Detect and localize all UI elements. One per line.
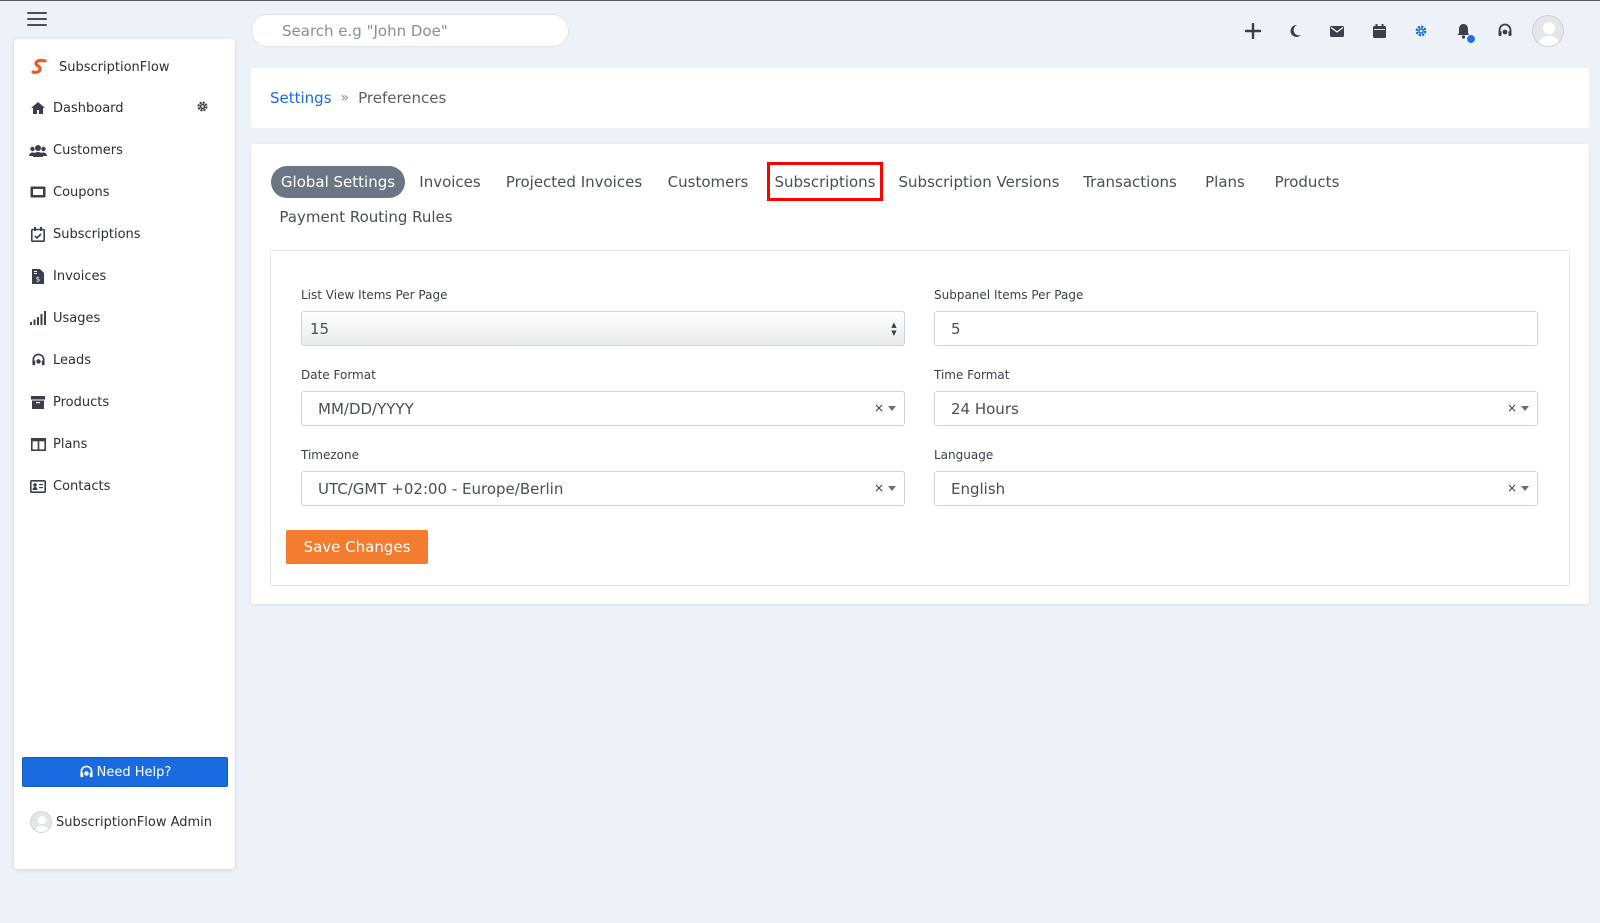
chevron-down-icon[interactable] bbox=[888, 406, 896, 411]
plus-icon[interactable] bbox=[1232, 13, 1274, 49]
users-icon bbox=[29, 142, 47, 158]
tab-subscription-versions[interactable]: Subscription Versions bbox=[899, 166, 1060, 198]
avatar bbox=[30, 811, 52, 833]
admin-user[interactable]: SubscriptionFlow Admin bbox=[30, 811, 212, 833]
breadcrumb-separator: » bbox=[340, 90, 350, 106]
list-view-items-select[interactable]: 15 ▲ ▼ bbox=[301, 311, 905, 346]
search-input[interactable] bbox=[251, 14, 569, 47]
sidebar-item-label: Dashboard bbox=[53, 100, 124, 116]
subscriptionflow-logo-icon bbox=[31, 58, 47, 75]
calendar-check-icon bbox=[29, 226, 47, 242]
sidebar-item-usages[interactable]: Usages bbox=[14, 297, 235, 339]
admin-user-name: SubscriptionFlow Admin bbox=[56, 814, 213, 830]
timezone-select[interactable]: UTC/GMT +02:00 - Europe/Berlin × bbox=[301, 471, 905, 506]
headset-icon bbox=[29, 352, 47, 368]
list-view-items-label: List View Items Per Page bbox=[301, 288, 448, 302]
spinner-arrows-icon: ▲ ▼ bbox=[891, 321, 897, 337]
gear-icon[interactable] bbox=[1400, 13, 1442, 49]
tab-customers[interactable]: Customers bbox=[668, 166, 749, 198]
list-view-items-value: 15 bbox=[310, 319, 330, 338]
language-label: Language bbox=[934, 448, 994, 462]
sidebar-item-label: Usages bbox=[53, 310, 101, 326]
tab-global-settings[interactable]: Global Settings bbox=[271, 166, 405, 198]
clear-icon[interactable]: × bbox=[874, 401, 884, 415]
need-help-button[interactable]: Need Help? bbox=[22, 757, 228, 787]
breadcrumb-current: Preferences bbox=[358, 89, 447, 107]
sidebar-item-label: Products bbox=[53, 394, 110, 410]
sidebar-item-coupons[interactable]: Coupons bbox=[14, 171, 235, 213]
sidebar-item-label: Subscriptions bbox=[53, 226, 141, 242]
timezone-value: UTC/GMT +02:00 - Europe/Berlin bbox=[318, 479, 564, 498]
language-select[interactable]: English × bbox=[934, 471, 1538, 506]
subpanel-items-value: 5 bbox=[951, 319, 961, 338]
tab-invoices[interactable]: Invoices bbox=[419, 166, 480, 198]
signal-bars-icon bbox=[29, 310, 47, 326]
time-format-label: Time Format bbox=[934, 368, 1010, 382]
tab-transactions[interactable]: Transactions bbox=[1083, 166, 1177, 198]
chevron-down-icon[interactable] bbox=[888, 486, 896, 491]
archive-icon bbox=[29, 394, 47, 410]
sidebar-item-plans[interactable]: Plans bbox=[14, 423, 235, 465]
tab-projected-invoices[interactable]: Projected Invoices bbox=[506, 166, 642, 198]
date-format-select[interactable]: MM/DD/YYYY × bbox=[301, 391, 905, 426]
breadcrumb-settings-link[interactable]: Settings bbox=[270, 89, 332, 107]
columns-icon bbox=[29, 436, 47, 452]
sidebar-item-leads[interactable]: Leads bbox=[14, 339, 235, 381]
user-avatar[interactable] bbox=[1532, 15, 1564, 47]
sidebar-nav: Dashboard Customers Coupons Subscription… bbox=[14, 87, 235, 507]
preferences-card: Global Settings Invoices Projected Invoi… bbox=[251, 144, 1589, 604]
tab-plans[interactable]: Plans bbox=[1205, 166, 1245, 198]
sidebar-item-label: Invoices bbox=[53, 268, 107, 284]
date-format-label: Date Format bbox=[301, 368, 376, 382]
address-card-icon bbox=[29, 478, 47, 494]
clear-icon[interactable]: × bbox=[1507, 401, 1517, 415]
date-format-value: MM/DD/YYYY bbox=[318, 399, 414, 418]
tab-subscriptions[interactable]: Subscriptions bbox=[767, 162, 883, 201]
sidebar-item-label: Contacts bbox=[53, 478, 111, 494]
invoice-icon: $ bbox=[29, 268, 47, 284]
headset-icon bbox=[80, 765, 93, 777]
headset-icon[interactable] bbox=[1484, 13, 1526, 49]
sidebar-item-label: Customers bbox=[53, 142, 123, 158]
chevron-down-icon[interactable] bbox=[1521, 406, 1529, 411]
chevron-down-icon[interactable] bbox=[1521, 486, 1529, 491]
gear-icon[interactable] bbox=[196, 100, 209, 117]
sidebar-item-products[interactable]: Products bbox=[14, 381, 235, 423]
preferences-form: List View Items Per Page 15 ▲ ▼ Subpanel … bbox=[270, 250, 1570, 586]
save-changes-button[interactable]: Save Changes bbox=[286, 530, 428, 564]
subpanel-items-field[interactable]: 5 bbox=[934, 311, 1538, 346]
mail-icon[interactable] bbox=[1316, 13, 1358, 49]
sidebar-item-dashboard[interactable]: Dashboard bbox=[14, 87, 235, 129]
clear-icon[interactable]: × bbox=[1507, 481, 1517, 495]
sidebar-item-invoices[interactable]: $ Invoices bbox=[14, 255, 235, 297]
time-format-select[interactable]: 24 Hours × bbox=[934, 391, 1538, 426]
tab-payment-routing-rules[interactable]: Payment Routing Rules bbox=[279, 201, 452, 233]
breadcrumb: Settings » Preferences bbox=[251, 68, 1589, 128]
sidebar-item-label: Leads bbox=[53, 352, 92, 368]
need-help-label: Need Help? bbox=[96, 764, 172, 780]
time-format-value: 24 Hours bbox=[951, 399, 1019, 418]
coupon-icon bbox=[29, 184, 47, 200]
calendar-icon[interactable] bbox=[1358, 13, 1400, 49]
subpanel-items-label: Subpanel Items Per Page bbox=[934, 288, 1084, 302]
sidebar-item-label: Plans bbox=[53, 436, 88, 452]
clear-icon[interactable]: × bbox=[874, 481, 884, 495]
notification-dot bbox=[1466, 34, 1476, 44]
sidebar-item-subscriptions[interactable]: Subscriptions bbox=[14, 213, 235, 255]
timezone-label: Timezone bbox=[301, 448, 359, 462]
bell-icon[interactable] bbox=[1442, 13, 1484, 49]
sidebar: SubscriptionFlow Dashboard Customers Cou… bbox=[14, 39, 235, 869]
brand-name: SubscriptionFlow bbox=[59, 59, 170, 75]
brand[interactable]: SubscriptionFlow bbox=[30, 57, 169, 77]
home-icon bbox=[29, 100, 47, 116]
sidebar-item-contacts[interactable]: Contacts bbox=[14, 465, 235, 507]
sidebar-item-customers[interactable]: Customers bbox=[14, 129, 235, 171]
menu-toggle-icon[interactable] bbox=[27, 12, 47, 28]
svg-text:$: $ bbox=[36, 275, 40, 283]
moon-icon[interactable] bbox=[1274, 13, 1316, 49]
tab-products[interactable]: Products bbox=[1275, 166, 1340, 198]
sidebar-item-label: Coupons bbox=[53, 184, 110, 200]
top-toolbar bbox=[1232, 13, 1564, 49]
language-value: English bbox=[951, 479, 1006, 498]
